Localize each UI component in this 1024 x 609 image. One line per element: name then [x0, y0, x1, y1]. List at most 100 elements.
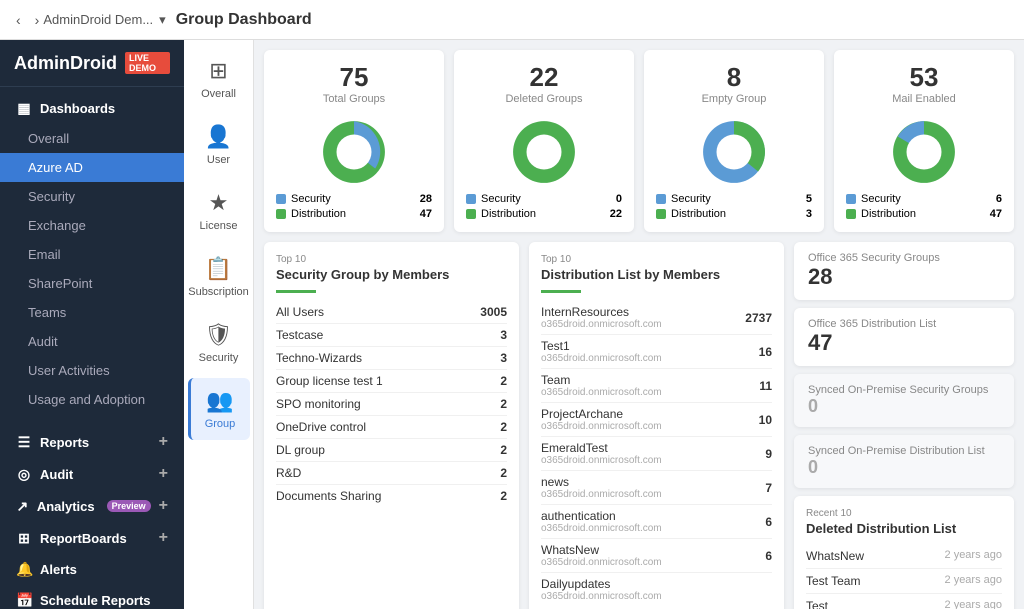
sidebar-overall-label: Overall	[28, 131, 69, 146]
sidebar-item-user-activities[interactable]: User Activities	[0, 356, 184, 385]
stat-card-mail-enabled: 53 Mail Enabled Security 6	[834, 50, 1014, 232]
deleted-list-title-small: Recent 10	[806, 508, 1002, 519]
sidebar-item-audit-nav[interactable]: ◎ Audit +	[0, 458, 184, 490]
sidebar-item-schedule-reports[interactable]: 📅 Schedule Reports	[0, 585, 184, 609]
synced-security-num: 0	[808, 396, 1000, 417]
list-item: EmeraldTesto365droid.onmicrosoft.com 9	[541, 437, 772, 471]
sidebar-sharepoint-label: SharePoint	[28, 276, 92, 291]
mid-nav-license[interactable]: ★ License	[188, 180, 250, 242]
user-nav-label: User	[207, 154, 230, 166]
sidebar-azure-ad-label: Azure AD	[28, 160, 83, 175]
deleted-groups-label: Deleted Groups	[505, 93, 582, 105]
mid-nav-subscription[interactable]: 📋 Subscription	[188, 246, 250, 308]
list-item: InternResourceso365droid.onmicrosoft.com…	[541, 301, 772, 335]
sidebar-item-azure-ad[interactable]: Azure AD	[0, 153, 184, 182]
deleted-list: WhatsNew 2 years ago Test Team 2 years a…	[806, 544, 1002, 609]
sidebar-item-analytics[interactable]: ↗ Analytics Preview +	[0, 490, 184, 522]
list-item: Group license test 12	[276, 370, 507, 393]
list-item: Test Team 2 years ago	[806, 569, 1002, 594]
right-panel: Office 365 Security Groups 28 Office 365…	[794, 242, 1014, 609]
sidebar-item-reportboards[interactable]: ⊞ ReportBoards +	[0, 522, 184, 554]
mail-enabled-label: Mail Enabled	[892, 93, 956, 105]
sidebar-item-overall[interactable]: Overall	[0, 124, 184, 153]
stat-card-total-groups: 75 Total Groups Security 28	[264, 50, 444, 232]
sidebar-logo: AdminDroid LIVE DEMO	[0, 40, 184, 87]
list-item: newso365droid.onmicrosoft.com 7	[541, 471, 772, 505]
mid-nav-overall[interactable]: ⊞ Overall	[188, 48, 250, 110]
mail-enabled-num: 53	[910, 62, 939, 93]
mid-nav-security[interactable]: 🛡 Security	[188, 312, 250, 374]
sidebar-security-label: Security	[28, 189, 75, 204]
sidebar-email-label: Email	[28, 247, 61, 262]
sidebar-item-security[interactable]: Security	[0, 182, 184, 211]
item-name: All Users	[276, 305, 324, 319]
group-nav-icon: 👥	[206, 388, 233, 414]
sidebar-exchange-label: Exchange	[28, 218, 86, 233]
analytics-icon: ↗	[16, 498, 29, 515]
synced-security-stat: Synced On-Premise Security Groups 0	[794, 374, 1014, 427]
sidebar-item-exchange[interactable]: Exchange	[0, 211, 184, 240]
deleted-list-title: Deleted Distribution List	[806, 521, 1002, 536]
analytics-plus-icon[interactable]: +	[159, 497, 168, 515]
sidebar-item-email[interactable]: Email	[0, 240, 184, 269]
sidebar-audit-label: Audit	[40, 467, 73, 482]
deleted-groups-legend: Security 0 Distribution 22	[466, 193, 622, 220]
top10-dist-title-small: Top 10	[541, 254, 772, 265]
breadcrumb-item[interactable]: AdminDroid Dem...	[43, 12, 153, 27]
top10-distribution-list: InternResourceso365droid.onmicrosoft.com…	[541, 301, 772, 606]
sidebar-teams-label: Teams	[28, 305, 66, 320]
list-item: Dailyupdateso365droid.onmicrosoft.com	[541, 573, 772, 606]
deleted-groups-pie	[509, 117, 579, 187]
reports-icon: ☰	[16, 434, 32, 451]
alerts-icon: 🔔	[16, 561, 32, 578]
sidebar-item-alerts[interactable]: 🔔 Alerts	[0, 554, 184, 585]
list-item: Test 2 years ago	[806, 594, 1002, 609]
schedule-icon: 📅	[16, 592, 32, 609]
breadcrumb: AdminDroid Dem... ▾	[43, 12, 165, 28]
sidebar-dashboards-section: ▦ Dashboards Overall Azure AD Security E…	[0, 87, 184, 420]
total-groups-num: 75	[340, 62, 369, 93]
subscription-nav-label: Subscription	[188, 286, 249, 298]
overall-nav-label: Overall	[201, 88, 236, 100]
mid-nav-group[interactable]: 👥 Group	[188, 378, 250, 440]
sidebar-item-audit-dash[interactable]: Audit	[0, 327, 184, 356]
top10-security-list: All Users 3005 Testcase3 Techno-Wizards3…	[276, 301, 507, 507]
sidebar-item-usage-adoption[interactable]: Usage and Adoption	[0, 385, 184, 414]
mail-enabled-legend: Security 6 Distribution 47	[846, 193, 1002, 220]
top10-security-title-small: Top 10	[276, 254, 507, 265]
synced-dist-num: 0	[808, 457, 1000, 478]
mid-nav-user[interactable]: 👤 User	[188, 114, 250, 176]
reportboards-plus-icon[interactable]: +	[159, 529, 168, 547]
reports-plus-icon[interactable]: +	[159, 433, 168, 451]
bottom-row: Top 10 Security Group by Members All Use…	[264, 242, 1014, 609]
o365-distribution-stat: Office 365 Distribution List 47	[794, 308, 1014, 366]
audit-plus-icon[interactable]: +	[159, 465, 168, 483]
synced-dist-label: Synced On-Premise Distribution List	[808, 445, 1000, 457]
back-button[interactable]: ‹	[12, 10, 25, 30]
o365-security-label: Office 365 Security Groups	[808, 252, 1000, 264]
sidebar-schedule-label: Schedule Reports	[40, 593, 151, 608]
sidebar: AdminDroid LIVE DEMO ▦ Dashboards Overal…	[0, 40, 184, 609]
top10-security-title: Security Group by Members	[276, 267, 507, 282]
o365-security-num: 28	[808, 264, 1000, 290]
o365-security-groups-stat: Office 365 Security Groups 28	[794, 242, 1014, 300]
sidebar-item-reports[interactable]: ☰ Reports +	[0, 426, 184, 458]
sidebar-item-dashboards[interactable]: ▦ Dashboards	[0, 93, 184, 124]
main-layout: AdminDroid LIVE DEMO ▦ Dashboards Overal…	[0, 40, 1024, 609]
list-item: authenticationo365droid.onmicrosoft.com …	[541, 505, 772, 539]
sidebar-item-teams[interactable]: Teams	[0, 298, 184, 327]
list-item: Test1o365droid.onmicrosoft.com 16	[541, 335, 772, 369]
forward-button[interactable]: ›	[31, 10, 44, 30]
logo-text: AdminDroid	[14, 53, 117, 74]
subscription-nav-icon: 📋	[205, 256, 232, 282]
sidebar-reportboards-label: ReportBoards	[40, 531, 127, 546]
list-item: Teamo365droid.onmicrosoft.com 11	[541, 369, 772, 403]
list-item: WhatsNewo365droid.onmicrosoft.com 6	[541, 539, 772, 573]
empty-group-label: Empty Group	[702, 93, 767, 105]
deleted-list-card: Recent 10 Deleted Distribution List What…	[794, 496, 1014, 609]
synced-security-label: Synced On-Premise Security Groups	[808, 384, 1000, 396]
breadcrumb-dropdown[interactable]: ▾	[159, 12, 166, 28]
list-item: All Users 3005	[276, 301, 507, 324]
sidebar-reports-section: ☰ Reports + ◎ Audit + ↗ Analytics Previe…	[0, 420, 184, 609]
sidebar-item-sharepoint[interactable]: SharePoint	[0, 269, 184, 298]
